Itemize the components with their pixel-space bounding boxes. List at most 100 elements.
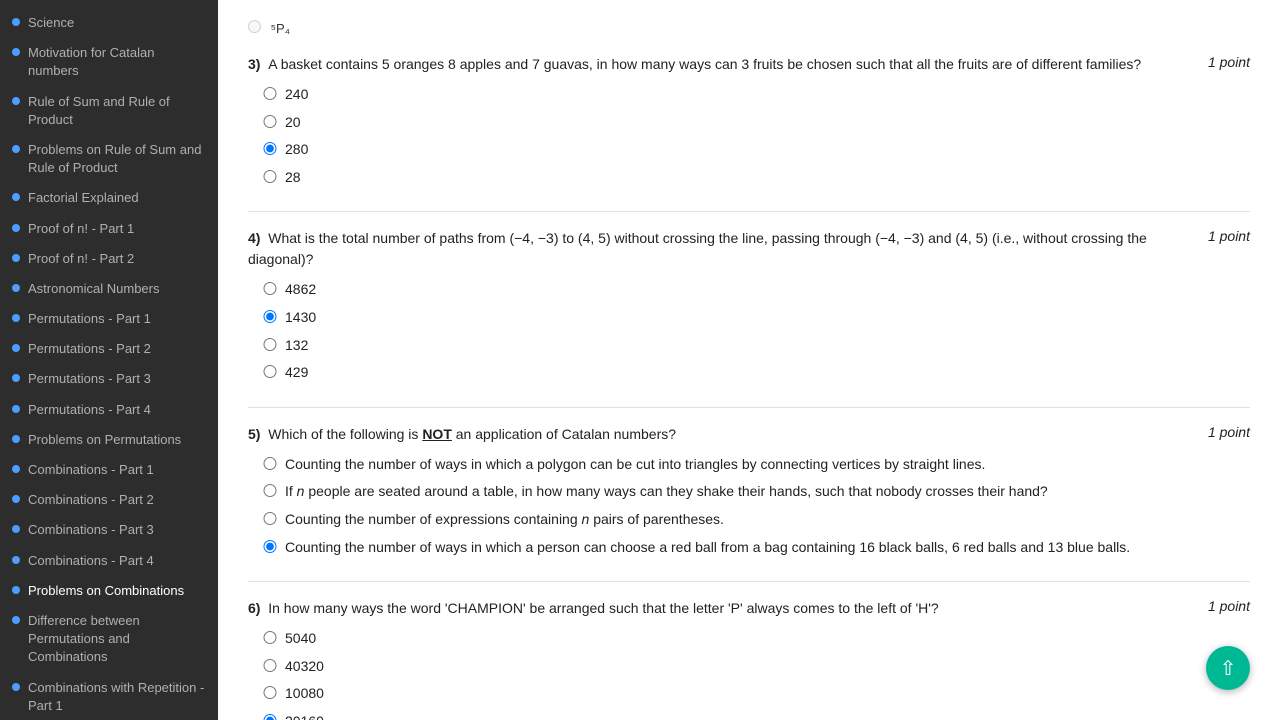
sidebar-dot (12, 556, 20, 564)
option-label-q6-2[interactable]: 10080 (285, 684, 324, 704)
option-item-3-0: 240 (263, 85, 1250, 105)
sidebar-item-permutations-3[interactable]: Permutations - Part 3 (0, 364, 218, 394)
question-points-3: 1 point (1208, 54, 1250, 70)
chevron-up-icon: ⇧ (1220, 656, 1237, 681)
radio-q6-opt1[interactable] (263, 659, 277, 672)
sidebar-item-label: Combinations - Part 1 (28, 461, 208, 479)
question-text-5: 5) Which of the following is NOT an appl… (248, 424, 1193, 445)
question-text-4: 4) What is the total number of paths fro… (248, 228, 1193, 270)
sidebar-item-label: Problems on Combinations (28, 582, 208, 600)
option-item-5-3: Counting the number of ways in which a p… (263, 538, 1250, 558)
radio-q3-opt3[interactable] (263, 170, 277, 183)
question-divider-4 (248, 407, 1250, 408)
option-label-q6-3[interactable]: 20160 (285, 712, 324, 720)
question-block-5: 5) Which of the following is NOT an appl… (248, 424, 1250, 557)
radio-q3-opt0[interactable] (263, 87, 277, 100)
sidebar-dot (12, 254, 20, 262)
option-label-q6-1[interactable]: 40320 (285, 657, 324, 677)
radio-q6-opt0[interactable] (263, 631, 277, 644)
sidebar-item-combinations-2[interactable]: Combinations - Part 2 (0, 485, 218, 515)
option-item-4-3: 429 (263, 363, 1250, 383)
sidebar-item-label: Science (28, 14, 208, 32)
option-label-q4-2[interactable]: 132 (285, 336, 308, 356)
sidebar-item-proof-nl-2[interactable]: Proof of n! - Part 2 (0, 244, 218, 274)
options-list-4: 4862 1430 132 429 (248, 280, 1250, 382)
sidebar-item-problems-sum-product[interactable]: Problems on Rule of Sum and Rule of Prod… (0, 135, 218, 183)
option-label-q4-3[interactable]: 429 (285, 363, 308, 383)
sidebar-item-problems-permutations[interactable]: Problems on Permutations (0, 425, 218, 455)
option-label-q3-1[interactable]: 20 (285, 113, 301, 133)
radio-q5-opt2[interactable] (263, 512, 277, 525)
sidebar-item-motivation-catalan[interactable]: Motivation for Catalan numbers (0, 38, 218, 86)
option-item-6-2: 10080 (263, 684, 1250, 704)
sidebar-item-rule-sum-product[interactable]: Rule of Sum and Rule of Product (0, 87, 218, 135)
option-label-q3-0[interactable]: 240 (285, 85, 308, 105)
question-block-3: 3) A basket contains 5 oranges 8 apples … (248, 54, 1250, 187)
options-list-3: 240 20 280 28 (248, 85, 1250, 187)
sidebar-item-problems-combinations[interactable]: Problems on Combinations (0, 576, 218, 606)
radio-q3-opt2[interactable] (263, 142, 277, 155)
sidebar-item-combinations-4[interactable]: Combinations - Part 4 (0, 546, 218, 576)
option-item-6-1: 40320 (263, 657, 1250, 677)
option-item-5-1: If n people are seated around a table, i… (263, 482, 1250, 502)
radio-q5-opt1[interactable] (263, 484, 277, 497)
sidebar-item-combinations-1[interactable]: Combinations - Part 1 (0, 455, 218, 485)
main-content: ⁵P₄ 3) A basket contains 5 oranges 8 app… (218, 0, 1280, 720)
sidebar-item-factorial-explained[interactable]: Factorial Explained (0, 183, 218, 213)
sidebar-item-label: Factorial Explained (28, 189, 208, 207)
option-label-q3-2[interactable]: 280 (285, 140, 308, 160)
partial-top-content: ⁵P₄ (248, 10, 1250, 54)
option-label-q5-2[interactable]: Counting the number of expressions conta… (285, 510, 724, 530)
partial-formula: ⁵P₄ (248, 20, 1250, 36)
option-item-3-2: 280 (263, 140, 1250, 160)
sidebar-dot (12, 145, 20, 153)
sidebar-item-label: Permutations - Part 3 (28, 370, 208, 388)
sidebar-item-label: Rule of Sum and Rule of Product (28, 93, 208, 129)
radio-q4-opt1[interactable] (263, 310, 277, 323)
question-points-5: 1 point (1208, 424, 1250, 440)
option-item-4-2: 132 (263, 336, 1250, 356)
sidebar-dot (12, 193, 20, 201)
radio-q3-opt1[interactable] (263, 115, 277, 128)
sidebar: Science Motivation for Catalan numbers Rul… (0, 0, 218, 720)
option-item-6-3: 20160 (263, 712, 1250, 720)
radio-q5-opt0[interactable] (263, 457, 277, 470)
sidebar-item-label: Proof of n! - Part 2 (28, 250, 208, 268)
sidebar-item-combinations-3[interactable]: Combinations - Part 3 (0, 515, 218, 545)
sidebar-item-astronomical-numbers[interactable]: Astronomical Numbers (0, 274, 218, 304)
radio-q5-opt3[interactable] (263, 540, 277, 553)
sidebar-item-label: Motivation for Catalan numbers (28, 44, 208, 80)
radio-q4-opt0[interactable] (263, 282, 277, 295)
sidebar-item-label: Astronomical Numbers (28, 280, 208, 298)
option-label-q3-3[interactable]: 28 (285, 168, 301, 188)
question-block-6: 6) In how many ways the word 'CHAMPION' … (248, 598, 1250, 720)
sidebar-item-combinations-rep-1[interactable]: Combinations with Repetition - Part 1 (0, 673, 218, 720)
question-header-5: 5) Which of the following is NOT an appl… (248, 424, 1250, 445)
question-header-3: 3) A basket contains 5 oranges 8 apples … (248, 54, 1250, 75)
sidebar-item-science[interactable]: Science (0, 8, 218, 38)
sidebar-dot (12, 374, 20, 382)
option-label-q4-1[interactable]: 1430 (285, 308, 316, 328)
sidebar-item-label: Proof of n! - Part 1 (28, 220, 208, 238)
sidebar-item-proof-nl-1[interactable]: Proof of n! - Part 1 (0, 214, 218, 244)
sidebar-item-label: Combinations - Part 4 (28, 552, 208, 570)
option-item-4-0: 4862 (263, 280, 1250, 300)
scroll-to-top-button[interactable]: ⇧ (1206, 646, 1250, 690)
question-text-3: 3) A basket contains 5 oranges 8 apples … (248, 54, 1193, 75)
radio-q4-opt3[interactable] (263, 365, 277, 378)
sidebar-dot (12, 224, 20, 232)
sidebar-dot (12, 48, 20, 56)
radio-q6-opt3[interactable] (263, 714, 277, 720)
option-label-q5-0[interactable]: Counting the number of ways in which a p… (285, 455, 985, 475)
sidebar-item-permutations-2[interactable]: Permutations - Part 2 (0, 334, 218, 364)
option-label-q6-0[interactable]: 5040 (285, 629, 316, 649)
radio-q6-opt2[interactable] (263, 686, 277, 699)
options-list-5: Counting the number of ways in which a p… (248, 455, 1250, 557)
option-label-q4-0[interactable]: 4862 (285, 280, 316, 300)
sidebar-item-permutations-1[interactable]: Permutations - Part 1 (0, 304, 218, 334)
sidebar-item-permutations-4[interactable]: Permutations - Part 4 (0, 395, 218, 425)
option-label-q5-1[interactable]: If n people are seated around a table, i… (285, 482, 1048, 502)
option-label-q5-3[interactable]: Counting the number of ways in which a p… (285, 538, 1130, 558)
sidebar-item-diff-perm-comb[interactable]: Difference between Permutations and Comb… (0, 606, 218, 673)
radio-q4-opt2[interactable] (263, 338, 277, 351)
